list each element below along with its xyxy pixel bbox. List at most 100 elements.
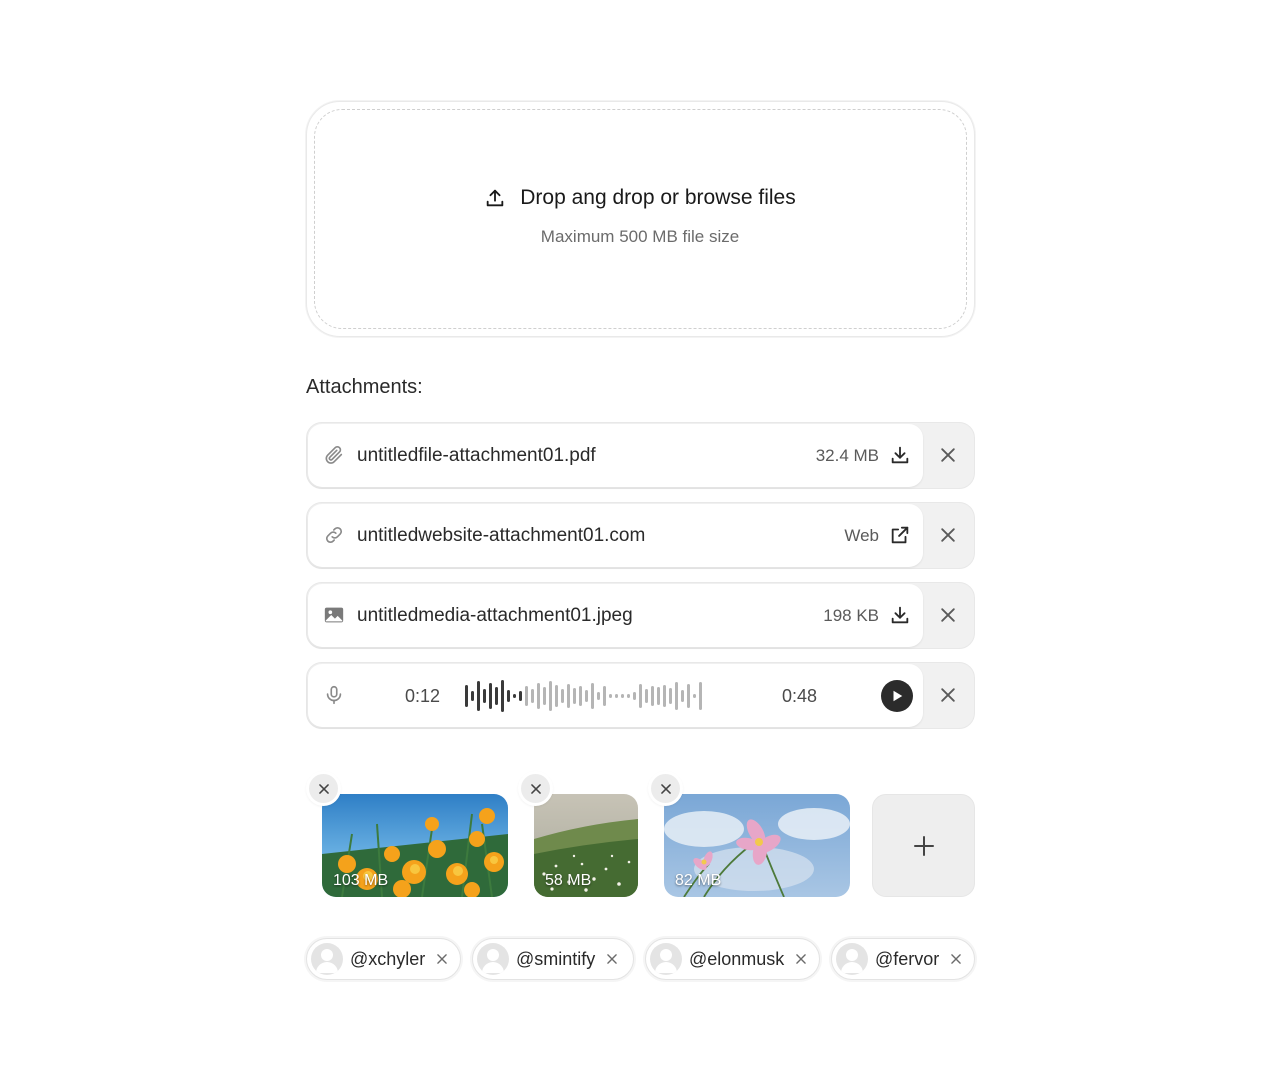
waveform-bar bbox=[615, 694, 618, 698]
attachment-size: 198 KB bbox=[823, 606, 879, 625]
dropzone-subtitle: Maximum 500 MB file size bbox=[540, 227, 740, 246]
attachment-card[interactable]: untitledfile-attachment01.pdf 32.4 MB bbox=[308, 424, 923, 487]
user-avatar-icon bbox=[655, 949, 677, 973]
remove-thumbnail-button[interactable] bbox=[306, 771, 341, 806]
waveform-bar bbox=[513, 694, 516, 698]
attachment-row-media: untitledmedia-attachment01.jpeg 198 KB bbox=[306, 582, 975, 649]
waveform-bar bbox=[645, 689, 648, 703]
image-icon bbox=[324, 607, 344, 623]
attachment-row-audio: 0:12 0:48 bbox=[306, 662, 975, 729]
download-icon[interactable] bbox=[889, 444, 911, 466]
paperclip-icon bbox=[325, 445, 343, 464]
waveform-bar bbox=[501, 680, 504, 712]
close-icon bbox=[660, 783, 671, 794]
thumbnail-size: 82 MB bbox=[675, 872, 722, 889]
download-icon[interactable] bbox=[889, 604, 911, 626]
waveform-bar bbox=[471, 691, 474, 701]
mention-chip[interactable]: @fervor bbox=[831, 938, 975, 980]
waveform-bar bbox=[699, 682, 702, 710]
mention-chip[interactable]: @elonmusk bbox=[645, 938, 820, 980]
attachment-row-web: untitledwebsite-attachment01.com Web bbox=[306, 502, 975, 569]
remove-thumbnail-button[interactable] bbox=[648, 771, 683, 806]
mention-handle: @elonmusk bbox=[689, 948, 785, 969]
mention-chip[interactable]: @xchyler bbox=[306, 938, 461, 980]
waveform-bar bbox=[693, 694, 696, 698]
audio-waveform[interactable] bbox=[465, 679, 761, 713]
waveform-bar bbox=[495, 687, 498, 705]
attachment-card[interactable]: untitledmedia-attachment01.jpeg 198 KB bbox=[308, 584, 923, 647]
waveform-bar bbox=[573, 688, 576, 704]
waveform-bar bbox=[609, 694, 612, 698]
waveform-bar bbox=[579, 686, 582, 706]
dropzone-dashed-border bbox=[314, 109, 967, 329]
waveform-bar bbox=[477, 681, 480, 711]
remove-mention-button[interactable] bbox=[435, 952, 449, 966]
attachment-name: untitledwebsite-attachment01.com bbox=[357, 525, 646, 546]
attachments-heading: Attachments: bbox=[306, 376, 423, 398]
mention-chip[interactable]: @smintify bbox=[472, 938, 634, 980]
attachment-card[interactable]: untitledwebsite-attachment01.com Web bbox=[308, 504, 923, 567]
waveform-bar bbox=[657, 687, 660, 705]
attachment-name: untitledmedia-attachment01.jpeg bbox=[357, 605, 633, 626]
waveform-bar bbox=[621, 694, 624, 698]
waveform-bar bbox=[489, 683, 492, 709]
image-thumbnail-poppies[interactable]: 103 MB bbox=[322, 794, 508, 897]
close-icon bbox=[530, 783, 541, 794]
remove-attachment-button[interactable] bbox=[938, 525, 958, 545]
remove-mention-button[interactable] bbox=[605, 952, 619, 966]
waveform-bar bbox=[585, 690, 588, 702]
audio-duration: 0:48 bbox=[782, 686, 818, 706]
remove-attachment-button[interactable] bbox=[938, 445, 958, 465]
waveform-bar bbox=[597, 692, 600, 700]
waveform-bar bbox=[639, 684, 642, 708]
image-thumbnail-meadow[interactable]: 58 MB bbox=[534, 794, 638, 897]
microphone-icon bbox=[326, 685, 342, 705]
image-thumbnail-cosmos[interactable]: 82 MB bbox=[664, 794, 850, 897]
user-avatar-icon bbox=[316, 949, 338, 973]
audio-current-time: 0:12 bbox=[405, 686, 441, 706]
waveform-bar bbox=[549, 681, 552, 711]
waveform-bar bbox=[531, 689, 534, 703]
file-dropzone[interactable] bbox=[306, 101, 975, 337]
remove-mention-button[interactable] bbox=[949, 952, 963, 966]
waveform-bar bbox=[675, 682, 678, 710]
waveform-bar bbox=[633, 692, 636, 700]
play-button[interactable] bbox=[881, 680, 913, 712]
avatar bbox=[650, 943, 682, 975]
waveform-bar bbox=[519, 691, 522, 701]
mention-handle: @fervor bbox=[875, 948, 940, 969]
waveform-bar bbox=[591, 683, 594, 709]
remove-mention-button[interactable] bbox=[794, 952, 808, 966]
play-icon bbox=[893, 690, 903, 702]
waveform-bar bbox=[603, 686, 606, 706]
avatar bbox=[311, 943, 343, 975]
waveform-bar bbox=[627, 694, 630, 698]
attachment-row-pdf: untitledfile-attachment01.pdf 32.4 MB bbox=[306, 422, 975, 489]
waveform-bar bbox=[663, 685, 666, 707]
user-avatar-icon bbox=[482, 949, 504, 973]
plus-icon bbox=[913, 835, 934, 856]
avatar bbox=[477, 943, 509, 975]
close-icon bbox=[318, 783, 329, 794]
waveform-bar bbox=[567, 684, 570, 708]
waveform-bar bbox=[537, 683, 540, 709]
link-icon bbox=[325, 526, 343, 544]
remove-attachment-button[interactable] bbox=[938, 685, 958, 705]
remove-attachment-button[interactable] bbox=[938, 605, 958, 625]
add-image-button[interactable] bbox=[872, 794, 975, 897]
thumbnail-size: 58 MB bbox=[545, 872, 592, 889]
avatar bbox=[836, 943, 868, 975]
user-avatar-icon bbox=[841, 949, 863, 973]
waveform-bar bbox=[483, 689, 486, 703]
mention-handle: @xchyler bbox=[350, 948, 426, 969]
remove-thumbnail-button[interactable] bbox=[518, 771, 553, 806]
waveform-bar bbox=[687, 684, 690, 708]
attachment-type: Web bbox=[844, 526, 879, 545]
external-link-icon[interactable] bbox=[889, 524, 911, 546]
waveform-bar bbox=[651, 686, 654, 706]
audio-player: 0:12 0:48 bbox=[308, 664, 923, 727]
waveform-bar bbox=[561, 689, 564, 703]
thumbnail-size: 103 MB bbox=[333, 872, 389, 889]
waveform-bar bbox=[669, 688, 672, 704]
waveform-bar bbox=[681, 690, 684, 702]
